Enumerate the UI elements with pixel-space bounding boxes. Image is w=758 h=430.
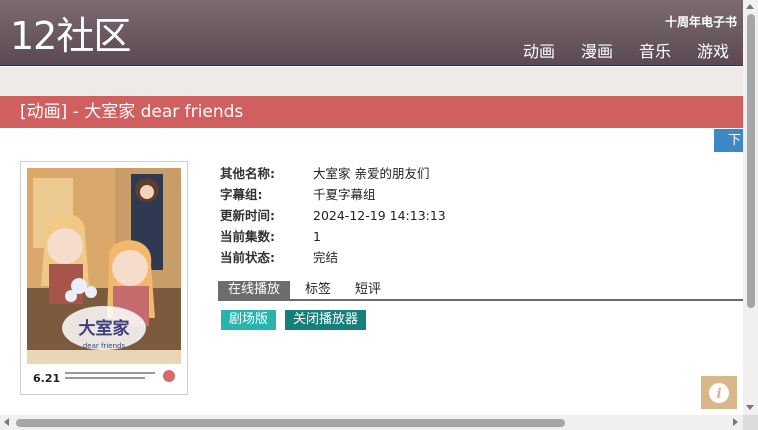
horizontal-scrollbar[interactable] [0, 415, 743, 430]
info-row-subgroup: 字幕组: 千夏字幕组 [220, 184, 446, 205]
vertical-scroll-thumb[interactable] [747, 14, 755, 308]
poster-image: 大室家 dear friends 6.21 [20, 161, 188, 395]
tab-online-play[interactable]: 在线播放 [218, 281, 291, 299]
promo-link[interactable]: 十周年电子书 [665, 13, 737, 30]
subheader-band [0, 67, 743, 96]
scroll-up-icon[interactable] [746, 4, 754, 9]
site-header: 12社区 十周年电子书 动画 漫画 音乐 游戏 [0, 0, 743, 66]
nav-item-game[interactable]: 游戏 [697, 38, 729, 62]
info-key: 其他名称: [220, 166, 275, 181]
content-tabs: 在线播放 标签 短评 [218, 281, 743, 301]
nav-item-music[interactable]: 音乐 [639, 38, 671, 62]
info-key: 当前状态: [220, 250, 275, 265]
info-row-episodes: 当前集数: 1 [220, 226, 446, 247]
info-value: 2024-12-19 14:13:13 [313, 208, 446, 223]
tab-comments[interactable]: 短评 [355, 281, 381, 299]
poster-art: 大室家 dear friends 6.21 [27, 168, 181, 388]
info-row-status: 当前状态: 完结 [220, 247, 446, 268]
svg-text:i: i [716, 386, 721, 402]
poster-logo-text: 大室家 [79, 318, 130, 339]
close-player-button[interactable]: 关闭播放器 [285, 310, 367, 330]
info-key: 字幕组: [220, 187, 263, 202]
info-key: 更新时间: [220, 208, 275, 223]
nav-item-anime[interactable]: 动画 [523, 38, 555, 62]
site-logo[interactable]: 12社区 [10, 14, 131, 58]
scrollbar-corner [743, 415, 758, 430]
info-panel: 其他名称: 大室家 亲爱的朋友们 字幕组: 千夏字幕组 更新时间: 2024-1… [220, 163, 446, 268]
info-key: 当前集数: [220, 229, 275, 244]
poster-date-text: 6.21 [33, 372, 60, 385]
scroll-right-icon[interactable] [733, 418, 738, 426]
info-button[interactable]: i [701, 376, 737, 409]
poster-sub-text: dear friends [83, 342, 126, 350]
info-icon: i [709, 382, 729, 403]
nav-item-comic[interactable]: 漫画 [581, 38, 613, 62]
info-value: 完结 [313, 250, 339, 265]
page: 12社区 十周年电子书 动画 漫画 音乐 游戏 [动画] - 大室家 dear … [0, 0, 743, 415]
tab-tags[interactable]: 标签 [305, 281, 331, 299]
scroll-down-icon[interactable] [746, 405, 754, 410]
movie-episode-button[interactable]: 剧场版 [221, 310, 277, 330]
main-nav: 动画 漫画 音乐 游戏 [523, 38, 729, 62]
info-value: 1 [313, 229, 321, 244]
info-row-updated: 更新时间: 2024-12-19 14:13:13 [220, 205, 446, 226]
vertical-scrollbar[interactable] [743, 0, 758, 415]
page-title: [动画] - 大室家 dear friends [0, 96, 743, 128]
info-value: 大室家 亲爱的朋友们 [313, 166, 430, 181]
horizontal-scroll-thumb[interactable] [16, 419, 565, 427]
info-value: 千夏字幕组 [313, 187, 376, 202]
scroll-left-icon[interactable] [4, 418, 9, 426]
info-row-alias: 其他名称: 大室家 亲爱的朋友们 [220, 163, 446, 184]
